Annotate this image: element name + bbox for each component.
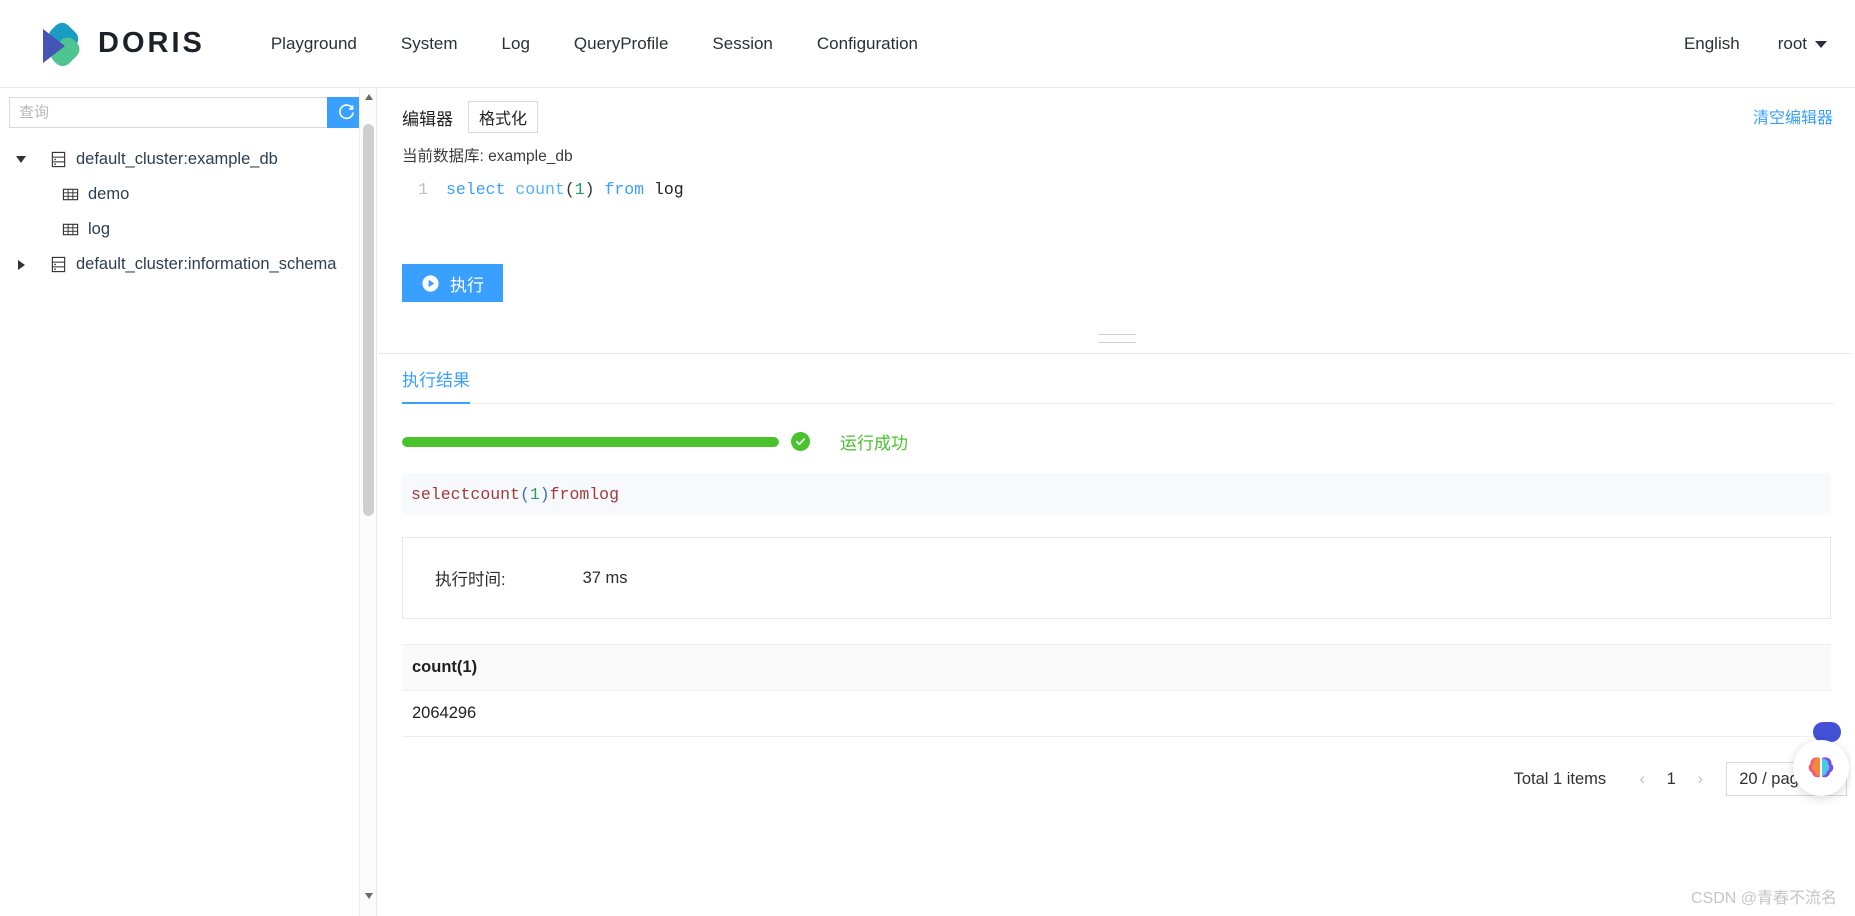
sql-token-table: log (653, 180, 684, 199)
pagination-page-1[interactable]: 1 (1656, 770, 1686, 789)
nav-item-log[interactable]: Log (480, 34, 552, 54)
nav-item-queryprofile[interactable]: QueryProfile (552, 34, 690, 54)
echo-token-number: 1 (529, 484, 540, 504)
nav-item-system[interactable]: System (379, 34, 480, 54)
primary-nav: Playground System Log QueryProfile Sessi… (249, 34, 940, 54)
user-menu-label: root (1777, 34, 1807, 53)
watermark-text: CSDN @青春不流名 (1690, 890, 1837, 907)
progress-fill (402, 436, 779, 447)
sql-code-text[interactable]: select count(1) from log (428, 176, 684, 258)
sql-token-close-paren: ) (584, 180, 595, 199)
top-navigation-bar: DORIS Playground System Log QueryProfile… (0, 0, 1855, 88)
echo-token-close-paren: ) (539, 484, 550, 504)
triangle-down-icon[interactable] (10, 156, 32, 163)
sql-token-number: 1 (574, 180, 585, 199)
result-tabs: 执行结果 (402, 366, 1834, 404)
table-icon (62, 186, 79, 203)
status-text: 运行成功 (840, 434, 908, 453)
splitter-grip[interactable] (1097, 334, 1136, 350)
database-icon (50, 256, 67, 273)
table-cell: 2064296 (412, 704, 477, 722)
tree-node-label: default_cluster:information_schema (76, 255, 337, 273)
table-header-row: count(1) (402, 645, 1831, 691)
doris-logo-icon (30, 17, 84, 71)
echo-token-count: count (470, 484, 520, 504)
editor-resize-splitter[interactable] (378, 332, 1855, 354)
execution-time-label: 执行时间: (435, 571, 506, 589)
search-input[interactable] (9, 97, 327, 128)
echo-token-table: log (589, 484, 619, 504)
chevron-down-icon (1815, 40, 1827, 48)
pagination: Total 1 items ‹ 1 › 20 / page (378, 762, 1855, 796)
tree-node-demo[interactable]: demo (0, 177, 376, 212)
pagination-total: Total 1 items (1513, 769, 1607, 788)
executed-sql-echo: select count(1) from log (402, 473, 1831, 515)
echo-token-open-paren: ( (519, 484, 530, 504)
assistant-widget[interactable] (1793, 740, 1849, 796)
tree-node-label: default_cluster:example_db (76, 150, 278, 168)
echo-token-from: from (549, 484, 590, 504)
tab-execution-result[interactable]: 执行结果 (402, 366, 470, 404)
sql-token-count: count (515, 180, 565, 199)
tree-node-example-db[interactable]: default_cluster:example_db (0, 142, 376, 177)
sql-token-select: select (446, 180, 506, 199)
tree-node-label: demo (88, 185, 130, 203)
sql-code-editor[interactable]: 1 select count(1) from log (402, 176, 1855, 258)
editor-header: 编辑器 格式化 (378, 88, 1855, 133)
play-circle-icon (421, 274, 440, 293)
check-circle-icon (791, 432, 810, 451)
sidebar: default_cluster:example_db demo (0, 88, 377, 916)
execute-button-label: 执行 (450, 275, 484, 295)
brand-logo-area[interactable]: DORIS (30, 17, 205, 71)
nav-item-playground[interactable]: Playground (249, 34, 379, 54)
execute-button[interactable]: 执行 (402, 264, 503, 302)
page-scrollbar[interactable] (1851, 88, 1855, 916)
tree-node-information-schema[interactable]: default_cluster:information_schema (0, 247, 376, 282)
sql-token-from: from (604, 180, 645, 199)
refresh-icon (338, 104, 354, 120)
current-database-label: 当前数据库: example_db (402, 148, 573, 165)
chevron-right-icon[interactable]: › (1686, 769, 1714, 789)
sidebar-scrollbar[interactable] (359, 88, 376, 916)
tree-node-log[interactable]: log (0, 212, 376, 247)
execution-info-card: 执行时间: 37 ms (402, 537, 1831, 619)
clear-editor-link[interactable]: 清空编辑器 (1753, 104, 1833, 128)
nav-right-area: English root (1684, 0, 1827, 88)
scroll-arrow-up-icon[interactable] (360, 88, 377, 105)
scroll-arrow-down-icon[interactable] (360, 887, 377, 904)
brain-assistant-icon (1808, 757, 1834, 778)
triangle-right-icon[interactable] (10, 259, 32, 270)
execution-time-value: 37 ms (582, 568, 628, 587)
tree-node-label: log (88, 220, 111, 238)
assistant-badge[interactable] (1813, 722, 1841, 742)
line-number: 1 (418, 180, 428, 199)
scrollbar-thumb[interactable] (363, 124, 374, 516)
sidebar-search-row (9, 97, 365, 128)
table-column-header: count(1) (412, 658, 478, 676)
execution-progress-bar (402, 436, 779, 447)
chevron-left-icon[interactable]: ‹ (1628, 769, 1656, 789)
language-switcher[interactable]: English (1684, 34, 1740, 54)
main-content: 编辑器 格式化 清空编辑器 当前数据库: example_db 1 select… (378, 88, 1855, 916)
nav-item-configuration[interactable]: Configuration (795, 34, 940, 54)
echo-token-select: select (411, 484, 471, 504)
user-menu[interactable]: root (1778, 34, 1827, 54)
database-tree: default_cluster:example_db demo log defa… (0, 142, 376, 282)
nav-item-session[interactable]: Session (690, 34, 794, 54)
brand-name: DORIS (98, 27, 205, 59)
database-icon (50, 151, 67, 168)
table-row: 2064296 (402, 691, 1831, 737)
format-button[interactable]: 格式化 (468, 101, 539, 133)
table-icon (62, 221, 79, 238)
execution-status-row: 运行成功 (402, 429, 1855, 454)
result-table: count(1) 2064296 (402, 644, 1831, 737)
sql-token-open-paren: ( (564, 180, 575, 199)
tab-editor[interactable]: 编辑器 (402, 105, 453, 130)
